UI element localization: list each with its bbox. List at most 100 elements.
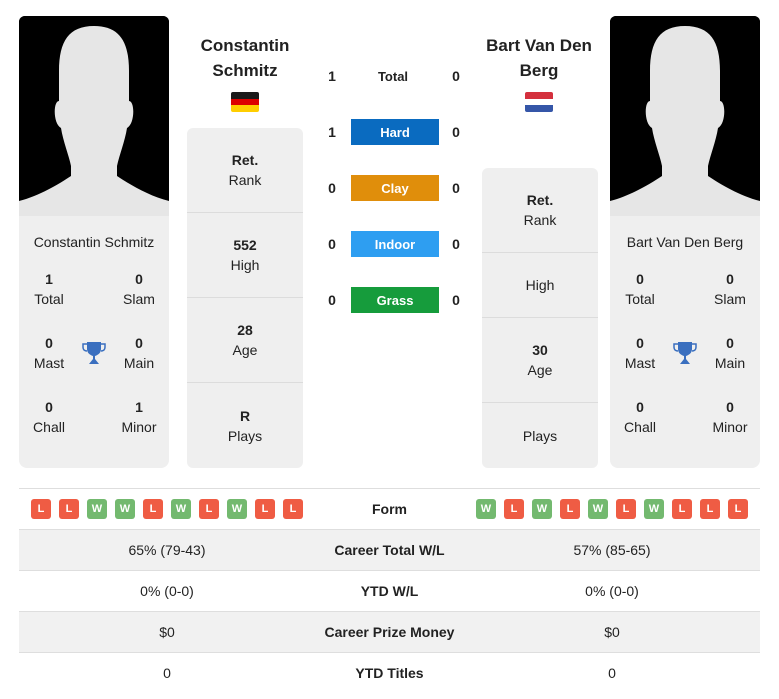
- form-loss-badge[interactable]: L: [31, 499, 51, 519]
- player1-total-titles: 1 Total: [34, 271, 64, 307]
- form-win-badge[interactable]: W: [644, 499, 664, 519]
- form-win-badge[interactable]: W: [87, 499, 107, 519]
- h2h-surfaces: 1 Total 0 1 Hard 0 0 Clay 0 0 Indoor 0 0…: [317, 63, 472, 313]
- player2-plays: Plays: [522, 427, 558, 444]
- player2-career-wl: 57% (85-65): [573, 542, 651, 558]
- surface-indoor-badge: Indoor: [351, 231, 439, 257]
- h2h-total-label: Total: [377, 68, 409, 84]
- player2-name: Bart Van Den Berg: [626, 234, 744, 250]
- form-win-badge[interactable]: W: [115, 499, 135, 519]
- form-loss-badge[interactable]: L: [616, 499, 636, 519]
- trophy-icon: [82, 342, 106, 364]
- table-row: 0 YTD Titles 0: [19, 652, 760, 693]
- h2h-hard-p1: 1: [328, 124, 336, 140]
- table-row: 65% (79-43) Career Total W/L 57% (85-65): [19, 529, 760, 570]
- h2h-total-p1: 1: [328, 68, 336, 84]
- player2-info-box: Ret. Rank High 30 Age Plays: [482, 168, 598, 468]
- player2-minor-titles: 0 Minor: [712, 399, 748, 435]
- silhouette-icon: [610, 16, 760, 216]
- h2h-indoor-p2: 0: [452, 236, 460, 252]
- netherlands-flag-icon: [525, 92, 553, 112]
- h2h-row-grass: 0 Grass 0: [317, 287, 472, 313]
- player1-name: Constantin Schmitz: [33, 234, 155, 250]
- player2-prize-money: $0: [604, 624, 620, 640]
- form-loss-badge[interactable]: L: [199, 499, 219, 519]
- row-label: YTD W/L: [360, 583, 419, 599]
- player2-chall-titles: 0 Chall: [624, 399, 656, 435]
- h2h-grass-p2: 0: [452, 292, 460, 308]
- player1-chall-titles: 0 Chall: [33, 399, 65, 435]
- h2h-row-clay: 0 Clay 0: [317, 175, 472, 201]
- player1-age: 28 Age: [187, 298, 303, 383]
- player2-ytd-titles: 0: [608, 665, 616, 681]
- form-loss-badge[interactable]: L: [143, 499, 163, 519]
- surface-hard-badge: Hard: [351, 119, 439, 145]
- player1-main-titles: 0 Main: [123, 335, 155, 371]
- player1-ytd-wl: 0% (0-0): [140, 583, 194, 599]
- form-win-badge[interactable]: W: [227, 499, 247, 519]
- player2-form: WLWLWLWLLL: [464, 499, 760, 519]
- player1-mast-titles: 0 Mast: [33, 335, 65, 371]
- player2-slam-titles: 0 Slam: [714, 271, 746, 307]
- player1-high: 552 High: [187, 213, 303, 298]
- player1-info-box: Ret. Rank 552 High 28 Age R Plays: [187, 128, 303, 468]
- form-win-badge[interactable]: W: [588, 499, 608, 519]
- surface-grass-badge: Grass: [351, 287, 439, 313]
- player1-titles-card: Constantin Schmitz 1 Total 0 Slam 0 Mast 0M…: [19, 216, 169, 468]
- player1-minor-titles: 1 Minor: [121, 399, 157, 435]
- form-loss-badge[interactable]: L: [504, 499, 524, 519]
- player2-titles-card: Bart Van Den Berg 0 Total 0 Slam 0 Mast 0 Ma…: [610, 216, 760, 468]
- player1-form: LLWWLWLWLL: [19, 499, 315, 519]
- row-label: YTD Titles: [355, 665, 424, 681]
- player1-plays: R Plays: [227, 407, 263, 444]
- player1-slam-titles: 0 Slam: [123, 271, 155, 307]
- form-loss-badge[interactable]: L: [255, 499, 275, 519]
- germany-flag-icon: [231, 92, 259, 112]
- form-win-badge[interactable]: W: [476, 499, 496, 519]
- player2-main-titles: 0 Main: [714, 335, 746, 371]
- player2-name-line1[interactable]: Bart Van Den: [478, 33, 600, 58]
- form-label: Form: [372, 501, 407, 517]
- row-label: Career Prize Money: [324, 624, 455, 640]
- row-label: Career Total W/L: [334, 542, 445, 558]
- form-loss-badge[interactable]: L: [560, 499, 580, 519]
- h2h-row-hard: 1 Hard 0: [317, 119, 472, 145]
- form-loss-badge[interactable]: L: [672, 499, 692, 519]
- form-win-badge[interactable]: W: [171, 499, 191, 519]
- h2h-hard-p2: 0: [452, 124, 460, 140]
- player1-rank: Ret. Rank: [187, 128, 303, 213]
- h2h-row-indoor: 0 Indoor 0: [317, 231, 472, 257]
- player1-ytd-titles: 0: [163, 665, 171, 681]
- form-row: LLWWLWLWLL Form WLWLWLWLLL: [19, 488, 760, 529]
- form-win-badge[interactable]: W: [532, 499, 552, 519]
- h2h-clay-p1: 0: [328, 180, 336, 196]
- player2-photo: [610, 16, 760, 216]
- player2-total-titles: 0 Total: [625, 271, 655, 307]
- player1-prize-money: $0: [159, 624, 175, 640]
- player1-career-wl: 65% (79-43): [128, 542, 206, 558]
- comparison-table: LLWWLWLWLL Form WLWLWLWLLL 65% (79-43) C…: [19, 488, 760, 693]
- player2-name-line2[interactable]: Berg: [478, 58, 600, 83]
- player2-high: High: [482, 253, 598, 318]
- player2-mast-titles: 0 Mast: [624, 335, 656, 371]
- player1-header: Constantin Schmitz: [187, 33, 303, 83]
- h2h-row-total: 1 Total 0: [317, 63, 472, 89]
- player2-ytd-wl: 0% (0-0): [585, 583, 639, 599]
- h2h-clay-p2: 0: [452, 180, 460, 196]
- table-row: $0 Career Prize Money $0: [19, 611, 760, 652]
- player1-name-line1[interactable]: Constantin: [187, 33, 303, 58]
- form-loss-badge[interactable]: L: [283, 499, 303, 519]
- silhouette-icon: [19, 16, 169, 216]
- player2-age: 30 Age: [482, 318, 598, 403]
- form-loss-badge[interactable]: L: [700, 499, 720, 519]
- player2-rank: Ret. Rank: [482, 168, 598, 253]
- trophy-icon: [673, 342, 697, 364]
- h2h-indoor-p1: 0: [328, 236, 336, 252]
- player1-name-line2[interactable]: Schmitz: [187, 58, 303, 83]
- player2-header: Bart Van Den Berg: [478, 33, 600, 83]
- form-loss-badge[interactable]: L: [728, 499, 748, 519]
- surface-clay-badge: Clay: [351, 175, 439, 201]
- form-loss-badge[interactable]: L: [59, 499, 79, 519]
- h2h-grass-p1: 0: [328, 292, 336, 308]
- h2h-total-p2: 0: [452, 68, 460, 84]
